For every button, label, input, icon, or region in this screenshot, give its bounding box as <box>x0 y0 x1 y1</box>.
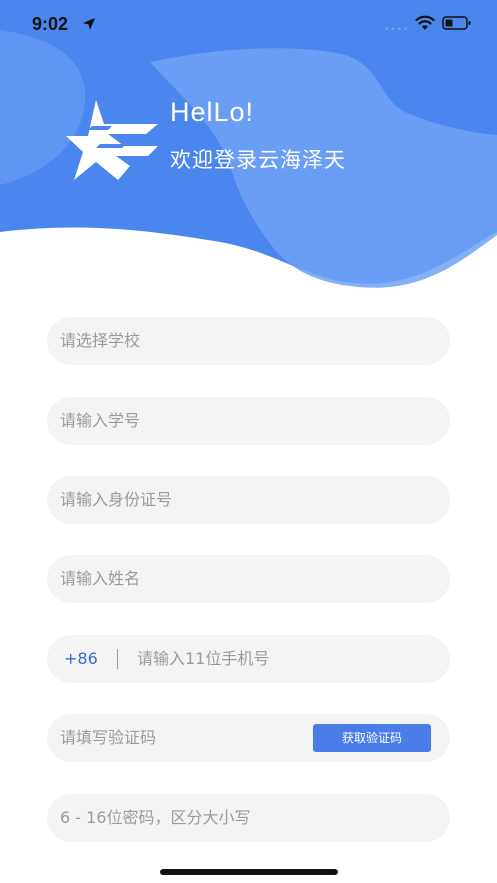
location-arrow-icon <box>83 18 95 30</box>
name-placeholder: 请输入姓名 <box>60 569 141 588</box>
welcome-subtitle: 欢迎登录云海泽天 <box>170 148 346 172</box>
school-placeholder: 请选择学校 <box>60 331 141 350</box>
verify-code-placeholder: 请填写验证码 <box>60 728 157 747</box>
status-time: 9:02 <box>32 14 69 34</box>
id-card-input[interactable]: 请输入身份证号 <box>47 476 450 524</box>
verify-code-input[interactable]: 请填写验证码 获取验证码 <box>47 714 450 762</box>
name-input[interactable]: 请输入姓名 <box>47 555 450 603</box>
hello-title: HelLo! <box>170 97 255 127</box>
status-bar: 9:02 •••• <box>0 0 497 50</box>
camera-indicator-icon: •••• <box>384 25 410 35</box>
battery-icon <box>442 16 471 30</box>
get-code-button[interactable]: 获取验证码 <box>313 724 431 752</box>
home-indicator <box>160 869 338 875</box>
star-z-logo <box>66 100 158 180</box>
school-select[interactable]: 请选择学校 <box>47 317 450 365</box>
phone-divider <box>117 649 118 669</box>
password-placeholder: 6 - 16位密码，区分大小写 <box>60 808 251 827</box>
student-id-placeholder: 请输入学号 <box>60 411 141 430</box>
id-card-placeholder: 请输入身份证号 <box>60 490 173 509</box>
password-input[interactable]: 6 - 16位密码，区分大小写 <box>47 794 450 842</box>
student-id-input[interactable]: 请输入学号 <box>47 397 450 445</box>
phone-input[interactable]: +86 请输入11位手机号 <box>47 635 450 683</box>
country-code[interactable]: +86 <box>64 635 98 683</box>
wifi-icon <box>415 15 435 30</box>
phone-placeholder: 请输入11位手机号 <box>137 649 270 668</box>
